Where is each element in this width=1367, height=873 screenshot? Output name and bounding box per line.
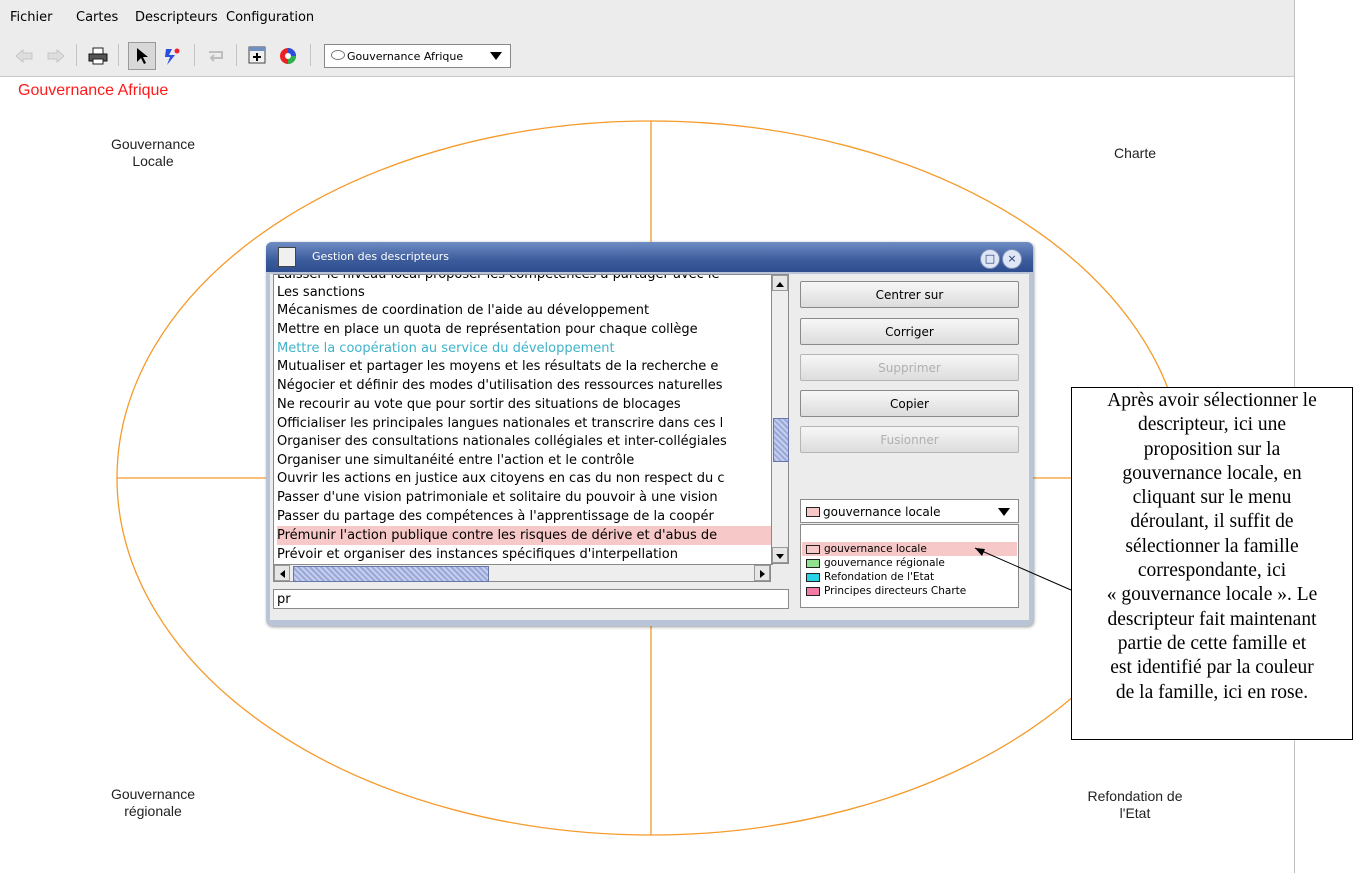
quadrant-label-line: régionale <box>124 803 182 819</box>
scroll-right-icon[interactable] <box>754 565 770 581</box>
annotation-line: descripteur, ici une <box>1137 414 1287 436</box>
family-option[interactable]: Refondation de l'Etat <box>802 570 1017 584</box>
maximize-icon[interactable]: □ <box>980 249 1000 269</box>
list-item[interactable]: Mécanismes de coordination de l'aide au … <box>277 301 772 320</box>
quadrant-label-line: l'Etat <box>1119 805 1151 821</box>
correct-button[interactable]: Corriger <box>800 318 1019 345</box>
app-icon <box>278 247 296 267</box>
family-color-swatch <box>806 507 820 517</box>
quadrant-label-line: Charte <box>1113 145 1157 161</box>
dialog-title: Gestion des descripteurs <box>312 250 449 263</box>
quadrant-label-top-left: Gouvernance Locale <box>88 136 218 170</box>
annotation-callout: Après avoir sélectionner le descripteur,… <box>1071 387 1353 740</box>
list-item[interactable]: Organiser des consultations nationales c… <box>277 432 772 451</box>
scroll-down-icon[interactable] <box>772 547 788 563</box>
family-color-swatch <box>806 586 820 596</box>
family-option-label: gouvernance régionale <box>824 557 945 569</box>
annotation-line: cliquant sur le menu <box>1132 487 1292 509</box>
quadrant-label-line: Locale <box>132 153 174 169</box>
annotation-line: gouvernance locale, en <box>1122 462 1302 484</box>
family-option[interactable]: gouvernance locale <box>802 542 1017 556</box>
annotation-line: sélectionner la famille <box>1125 535 1299 557</box>
quadrant-label-top-right: Charte <box>1080 145 1190 162</box>
horizontal-scrollbar[interactable] <box>273 564 771 582</box>
quadrant-label-bottom-left: Gouvernance régionale <box>88 786 218 820</box>
family-dropdown-value: gouvernance locale <box>823 505 941 519</box>
family-option-label: Refondation de l'Etat <box>824 571 935 583</box>
list-item[interactable]: Passer d'une vision patrimoniale et soli… <box>277 488 772 507</box>
annotation-line: de la famille, ici en rose. <box>1115 681 1309 703</box>
family-option-label: Principes directeurs Charte <box>824 585 967 597</box>
list-item[interactable]: Mettre la coopération au service du déve… <box>277 339 772 358</box>
descriptor-dialog: Gestion des descripteurs □ × Laisser le … <box>266 242 1033 626</box>
list-item[interactable]: Les sanctions <box>277 283 772 302</box>
family-option[interactable]: Principes directeurs Charte <box>802 584 1017 598</box>
center-on-button[interactable]: Centrer sur <box>800 281 1019 308</box>
horizontal-scroll-thumb[interactable] <box>293 566 489 582</box>
family-color-swatch <box>806 558 820 568</box>
list-item[interactable]: Ne recourir au vote que pour sortir des … <box>277 395 772 414</box>
list-item[interactable]: Organiser une simultanéité entre l'actio… <box>277 451 772 470</box>
list-item[interactable]: Passer du partage des compétences à l'ap… <box>277 507 772 526</box>
family-color-swatch <box>806 544 820 554</box>
list-item[interactable]: Mettre en place un quota de représentati… <box>277 320 772 339</box>
family-dropdown[interactable]: gouvernance locale <box>800 499 1019 523</box>
scroll-left-icon[interactable] <box>274 565 290 581</box>
annotation-line: proposition sur la <box>1143 438 1281 460</box>
descriptor-list[interactable]: Laisser le niveau local proposer les com… <box>273 274 773 565</box>
list-item[interactable]: Prévoir et organiser des instances spéci… <box>277 545 772 564</box>
annotation-line: « gouvernance locale ». Le <box>1106 584 1318 606</box>
quadrant-label-line: Refondation de <box>1087 788 1183 804</box>
family-dropdown-list[interactable]: gouvernance locale gouvernance régionale… <box>800 524 1019 608</box>
family-option[interactable]: gouvernance régionale <box>802 556 1017 570</box>
copy-button[interactable]: Copier <box>800 390 1019 417</box>
dialog-body: Laisser le niveau local proposer les com… <box>270 274 1029 620</box>
annotation-line: déroulant, il suffit de <box>1130 511 1294 533</box>
delete-button[interactable]: Supprimer <box>800 354 1019 381</box>
dialog-titlebar[interactable]: Gestion des descripteurs □ × <box>266 242 1033 272</box>
close-icon[interactable]: × <box>1002 249 1022 269</box>
chevron-down-icon[interactable] <box>998 508 1010 516</box>
list-item[interactable]: Officialiser les principales langues nat… <box>277 414 772 433</box>
vertical-scrollbar[interactable] <box>771 274 789 564</box>
quadrant-label-bottom-right: Refondation de l'Etat <box>1065 788 1205 822</box>
list-item[interactable]: Mutualiser et partager les moyens et les… <box>277 357 772 376</box>
quadrant-label-line: Gouvernance <box>110 136 196 152</box>
annotation-line: Après avoir sélectionner le <box>1107 390 1317 411</box>
annotation-line: correspondante, ici <box>1137 560 1287 582</box>
scroll-up-icon[interactable] <box>772 275 788 291</box>
list-item[interactable]: Ouvrir les actions en justice aux citoye… <box>277 469 772 488</box>
annotation-line: descripteur fait maintenant <box>1107 608 1317 630</box>
family-option-label: gouvernance locale <box>824 543 927 555</box>
family-color-swatch <box>806 572 820 582</box>
list-item[interactable]: Négocier et définir des modes d'utilisat… <box>277 376 772 395</box>
annotation-line: partie de cette famille et <box>1117 632 1307 654</box>
list-item-selected[interactable]: Prémunir l'action publique contre les ri… <box>277 526 772 545</box>
merge-button[interactable]: Fusionner <box>800 426 1019 453</box>
annotation-line: est identifié par la couleur <box>1110 657 1314 679</box>
vertical-scroll-thumb[interactable] <box>773 418 789 462</box>
quadrant-label-line: Gouvernance <box>110 786 196 802</box>
filter-input[interactable]: pr <box>273 589 789 609</box>
